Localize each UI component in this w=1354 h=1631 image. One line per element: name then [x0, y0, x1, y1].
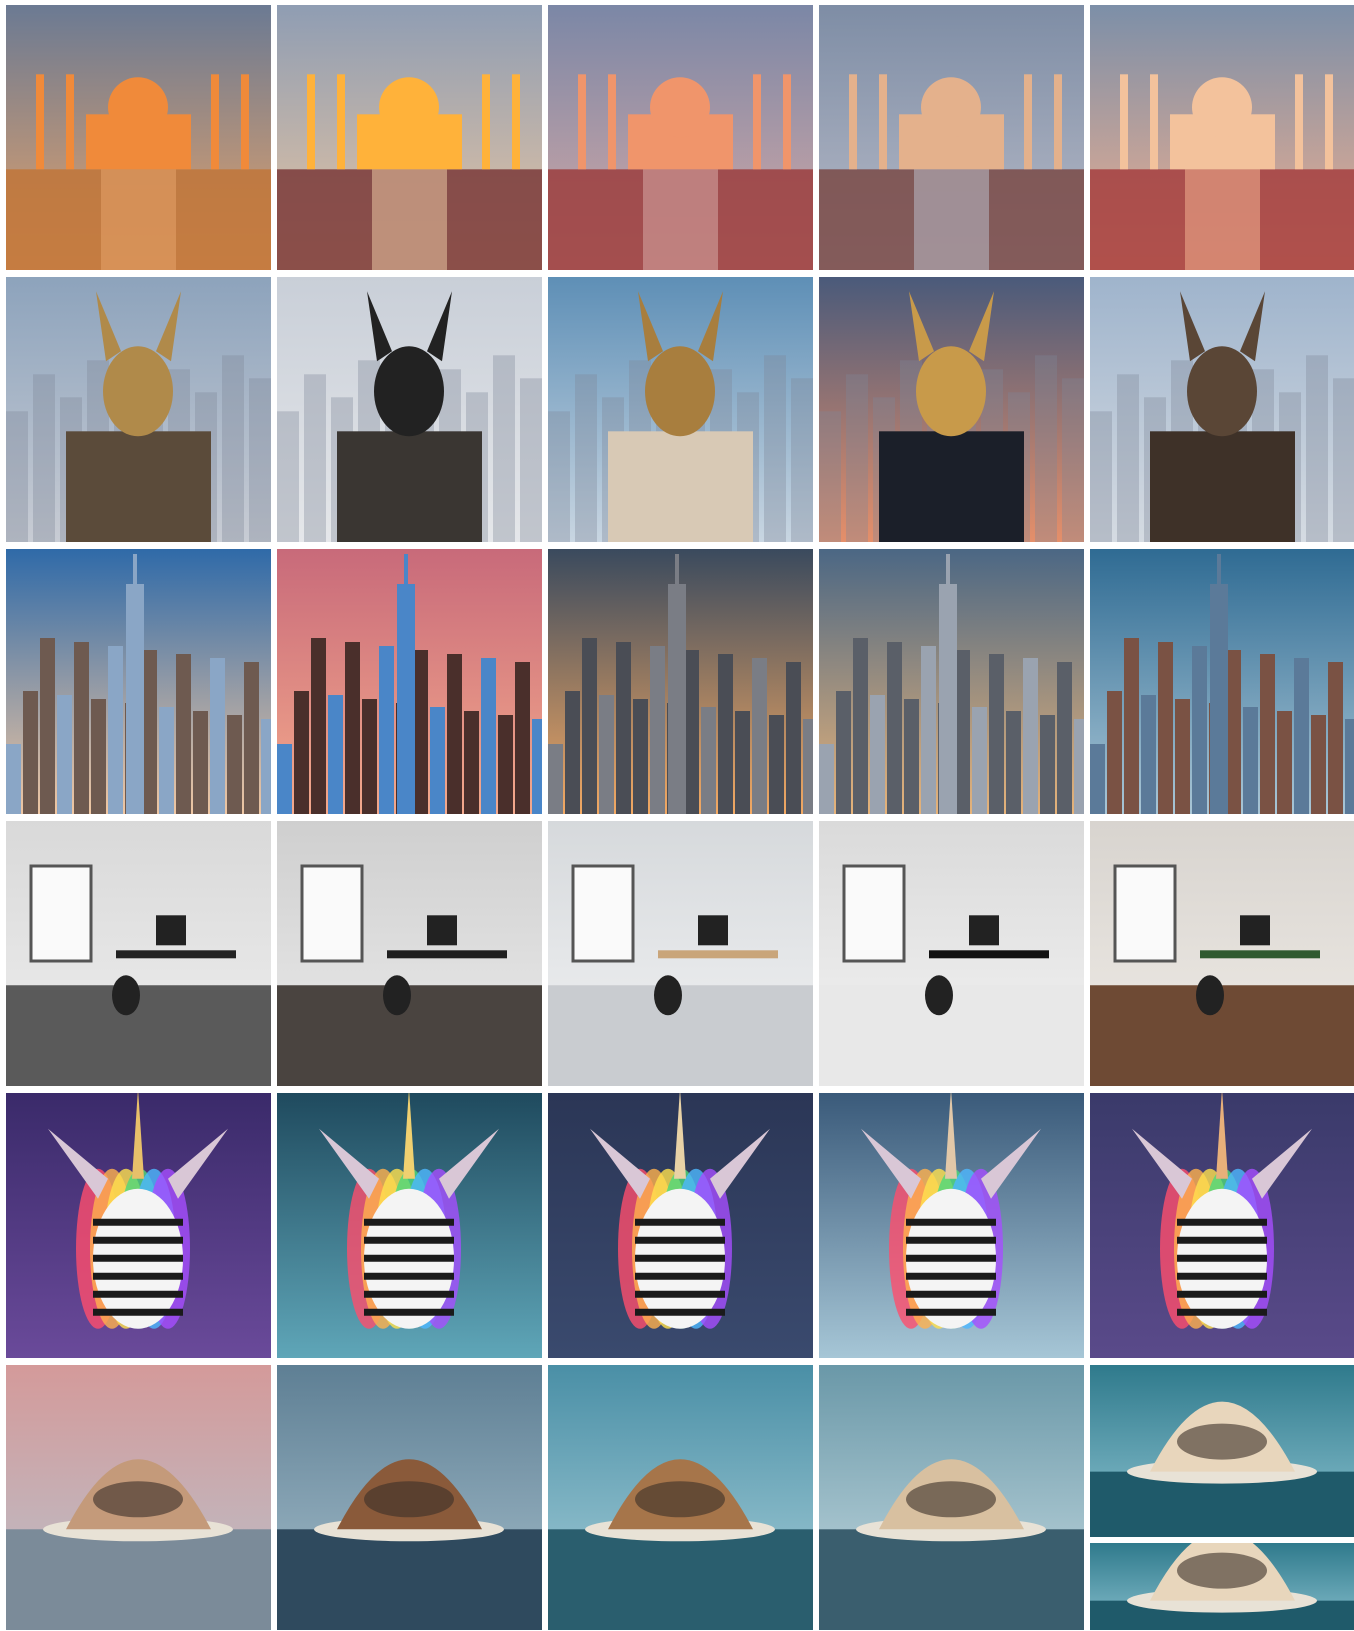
generated-image [6, 549, 271, 814]
generated-image [548, 5, 813, 270]
generated-image [277, 277, 542, 542]
generated-image [1090, 821, 1354, 1086]
generated-image [277, 549, 542, 814]
generated-image [819, 1365, 1084, 1630]
image-tile-futuristic-floating-architecture[interactable] [277, 1365, 542, 1630]
generated-image [1090, 1543, 1354, 1630]
generated-image [548, 1365, 813, 1630]
image-tile-taj-mahal[interactable] [1090, 5, 1354, 270]
generated-image [6, 821, 271, 1086]
generated-image [548, 1093, 813, 1358]
generated-image [277, 821, 542, 1086]
generated-image [548, 549, 813, 814]
generated-image [6, 5, 271, 270]
generated-image [277, 5, 542, 270]
image-tile-zebra-unicorn[interactable] [1090, 1093, 1354, 1358]
image-tile-anubis-statue[interactable] [819, 277, 1084, 542]
image-tile-new-york-skyline[interactable] [1090, 549, 1354, 814]
image-tile-new-york-skyline[interactable] [6, 549, 271, 814]
image-tile-new-york-skyline[interactable] [548, 549, 813, 814]
generated-image [548, 277, 813, 542]
image-tile-zebra-unicorn[interactable] [277, 1093, 542, 1358]
image-tile-anubis-statue[interactable] [548, 277, 813, 542]
image-tile-taj-mahal[interactable] [819, 5, 1084, 270]
generated-image [819, 549, 1084, 814]
image-tile-anubis-statue[interactable] [277, 277, 542, 542]
image-tile-office-interior[interactable] [548, 821, 813, 1086]
image-tile-new-york-skyline[interactable] [819, 549, 1084, 814]
image-tile-futuristic-floating-architecture[interactable] [548, 1365, 813, 1630]
generated-image [277, 1093, 542, 1358]
generated-image [819, 821, 1084, 1086]
generated-image [819, 5, 1084, 270]
image-tile-futuristic-floating-architecture[interactable] [1090, 1365, 1354, 1630]
image-tile-futuristic-floating-architecture[interactable] [6, 1365, 271, 1630]
generated-image [1090, 1093, 1354, 1358]
image-tile-taj-mahal[interactable] [6, 5, 271, 270]
generated-image [6, 1093, 271, 1358]
image-tile-office-interior[interactable] [1090, 821, 1354, 1086]
generated-image [1090, 277, 1354, 542]
image-tile-office-interior[interactable] [6, 821, 271, 1086]
image-tile-part-1[interactable] [1090, 1365, 1354, 1537]
image-tile-office-interior[interactable] [277, 821, 542, 1086]
image-tile-taj-mahal[interactable] [277, 5, 542, 270]
image-tile-anubis-statue[interactable] [1090, 277, 1354, 542]
image-tile-taj-mahal[interactable] [548, 5, 813, 270]
generated-image [6, 277, 271, 542]
generated-image [1090, 549, 1354, 814]
image-tile-zebra-unicorn[interactable] [6, 1093, 271, 1358]
image-grid [6, 5, 1354, 1630]
image-tile-zebra-unicorn[interactable] [548, 1093, 813, 1358]
image-tile-office-interior[interactable] [819, 821, 1084, 1086]
image-tile-zebra-unicorn[interactable] [819, 1093, 1084, 1358]
generated-image [1090, 1365, 1354, 1537]
generated-image [1090, 5, 1354, 270]
generated-image [6, 1365, 271, 1630]
image-tile-anubis-statue[interactable] [6, 277, 271, 542]
image-tile-futuristic-floating-architecture[interactable] [819, 1365, 1084, 1630]
image-tile-new-york-skyline[interactable] [277, 549, 542, 814]
generated-image [277, 1365, 542, 1630]
generated-image [819, 277, 1084, 542]
generated-image [819, 1093, 1084, 1358]
image-tile-part-2[interactable] [1090, 1543, 1354, 1630]
generated-image [548, 821, 813, 1086]
